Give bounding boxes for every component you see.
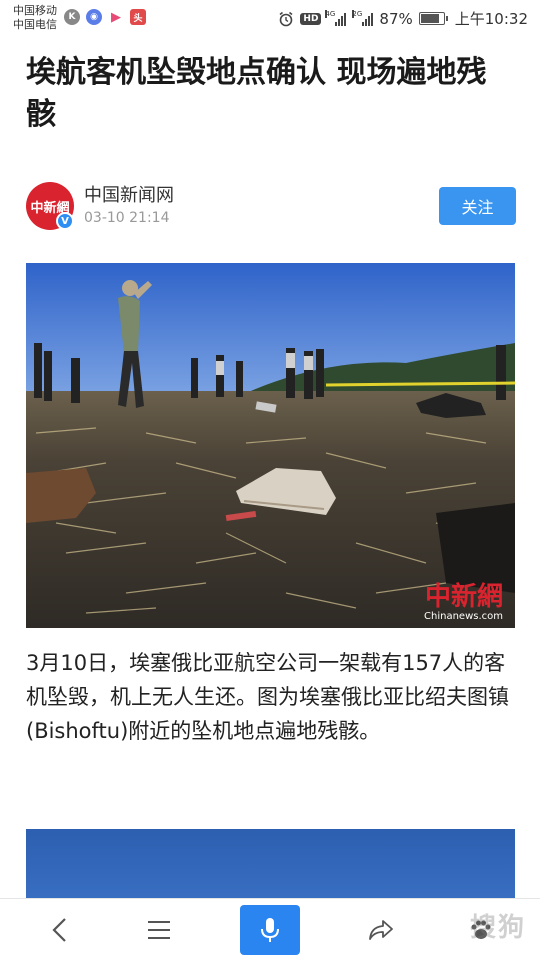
battery-percent: 87%: [379, 9, 413, 28]
signal-1-icon: 4G: [325, 9, 347, 26]
status-bar: 中国移动 中国电信 K ◉ ▶ 头 HD 4G 2G 87% 上午10:32: [0, 0, 540, 38]
photo-watermark: 中新網 Chinanews.com: [424, 583, 503, 622]
crash-site-image: [26, 263, 515, 628]
chevron-left-icon: [52, 918, 66, 942]
post-time: 03-10 21:14: [84, 210, 170, 226]
sogou-watermark: 搜狗: [469, 913, 526, 943]
signal-2-icon: 2G: [352, 9, 374, 26]
article-photo[interactable]: 中新網 Chinanews.com: [26, 263, 515, 628]
follow-button[interactable]: 关注: [439, 187, 516, 225]
microphone-icon: [261, 918, 279, 942]
hd-badge: HD: [300, 12, 322, 25]
verified-icon: V: [56, 212, 74, 230]
carrier-info: 中国移动 中国电信: [13, 4, 57, 32]
carrier-1: 中国移动: [13, 4, 57, 17]
k-app-icon: K: [64, 9, 80, 25]
carrier-2: 中国电信: [13, 18, 57, 31]
watermark-url: Chinanews.com: [424, 611, 503, 622]
share-icon: [369, 920, 393, 940]
watermark-logo: 中新網: [424, 582, 503, 612]
bottom-nav: 搜狗: [0, 898, 540, 960]
article-title: 埃航客机坠毁地点确认 现场遍地残骸: [26, 55, 487, 132]
notification-icons: K ◉ ▶ 头: [64, 9, 146, 25]
photo-caption: 3月10日，埃塞俄比亚航空公司一架载有157人的客机坠毁，机上无人生还。图为埃塞…: [26, 651, 509, 743]
share-button[interactable]: [356, 905, 406, 955]
news-app-icon: 头: [130, 9, 146, 25]
source-name[interactable]: 中国新闻网: [84, 181, 174, 207]
clock: 上午10:32: [454, 10, 528, 28]
video-app-icon: ▶: [111, 9, 121, 25]
voice-input-button[interactable]: [240, 905, 300, 955]
alarm-icon: [279, 11, 293, 26]
next-article-image[interactable]: [26, 829, 515, 909]
author-row: 中新網 V 中国新闻网 03-10 21:14 关注: [26, 178, 516, 234]
battery-icon: [418, 12, 448, 25]
battery-fill: [420, 14, 439, 23]
status-right: HD 4G 2G 87% 上午10:32: [278, 8, 528, 29]
menu-button[interactable]: [134, 905, 184, 955]
browser-app-icon: ◉: [86, 9, 102, 25]
back-button[interactable]: [35, 905, 85, 955]
menu-icon: [148, 921, 170, 939]
